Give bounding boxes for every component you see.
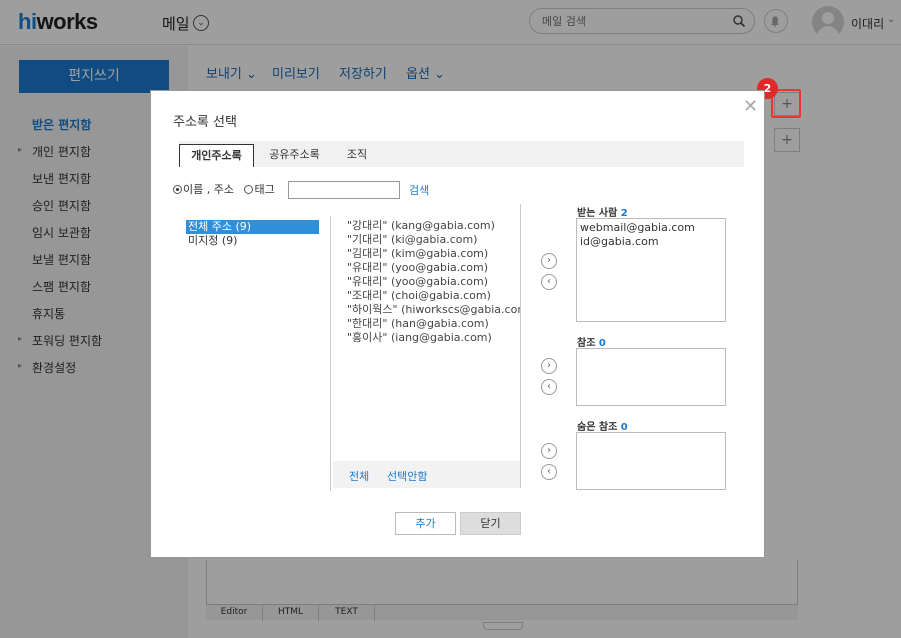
tab-personal-contacts[interactable]: 개인주소록 [179,144,254,167]
address-book-tabs: 개인주소록 공유주소록 조직 [179,141,744,167]
radio-icon [244,185,254,194]
chevron-left-icon[interactable]: ‹ [541,379,557,395]
list-item[interactable]: "홍이사" (iang@gabia.com) [347,329,492,345]
close-button[interactable]: 닫기 [460,512,521,535]
contact-search-button[interactable]: 검색 [409,182,429,198]
add-button[interactable]: 추가 [395,512,456,535]
bcc-recipients-box[interactable] [576,432,726,490]
address-book-dialog: 주소록 선택 ✕ 개인주소록 공유주소록 조직 이름 , 주소 태그 검색 전체… [150,90,765,558]
list-item[interactable]: id@gabia.com [580,235,659,248]
radio-icon [173,185,182,194]
radio-name-address[interactable]: 이름 , 주소 [173,183,234,196]
to-label: 받는 사람 2 [577,208,628,219]
group-unassigned[interactable]: 미지정 (9) [186,234,319,248]
chevron-right-icon[interactable]: › [541,253,557,269]
bcc-label: 숨은 참조 0 [577,422,628,433]
select-all-link[interactable]: 전체 [349,468,369,484]
to-recipients-box[interactable]: webmail@gabia.com id@gabia.com [576,218,726,322]
contact-list: "강대리" (kang@gabia.com) "기대리" (ki@gabia.c… [333,204,521,488]
deselect-all-link[interactable]: 선택안함 [387,468,427,484]
contact-list-footer: 전체 선택안함 [333,461,520,488]
cc-label: 참조 0 [577,338,606,349]
tab-shared-contacts[interactable]: 공유주소록 [257,144,332,167]
search-type-options: 이름 , 주소 태그 [173,181,275,197]
group-all[interactable]: 전체 주소 (9) [186,220,319,234]
list-item[interactable]: webmail@gabia.com [580,221,695,234]
radio-tag[interactable]: 태그 [244,183,275,196]
chevron-right-icon[interactable]: › [541,443,557,459]
chevron-left-icon[interactable]: ‹ [541,464,557,480]
dialog-title: 주소록 선택 [173,115,237,130]
tab-organization[interactable]: 조직 [332,144,382,167]
cc-recipients-box[interactable] [576,348,726,406]
chevron-left-icon[interactable]: ‹ [541,274,557,290]
group-list: 전체 주소 (9) 미지정 (9) [183,216,331,491]
contact-search-input[interactable] [288,181,400,199]
chevron-right-icon[interactable]: › [541,358,557,374]
close-icon[interactable]: ✕ [743,96,758,117]
